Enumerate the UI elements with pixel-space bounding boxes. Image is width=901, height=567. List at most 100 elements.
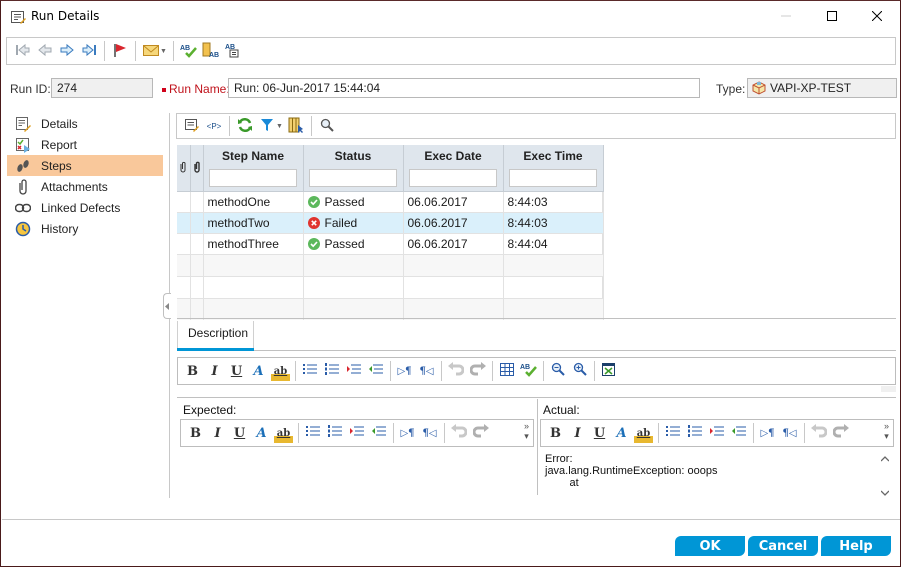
column-header-status[interactable]: Status	[303, 145, 404, 192]
spell-check-button[interactable]: AB	[519, 361, 538, 381]
insert-table-button[interactable]	[497, 361, 516, 381]
column-header-step-name[interactable]: Step Name	[203, 145, 304, 192]
bold-button[interactable]: B	[183, 361, 202, 381]
bullet-list-button[interactable]	[303, 423, 322, 443]
left-to-right-button[interactable]: ▷¶	[395, 361, 414, 381]
italic-button[interactable]: I	[208, 423, 227, 443]
bold-button[interactable]: B	[546, 423, 565, 443]
previous-record-button[interactable]	[34, 40, 56, 62]
font-color-button[interactable]: A	[252, 423, 271, 443]
collapse-sidebar-handle[interactable]	[163, 293, 171, 319]
sidebar-item-report[interactable]: Report	[7, 134, 163, 155]
cancel-button[interactable]: Cancel	[748, 536, 818, 556]
italic-button[interactable]: I	[568, 423, 587, 443]
highlight-button[interactable]: ab	[634, 423, 653, 443]
spell-check-button[interactable]: AB	[178, 40, 200, 62]
underline-button[interactable]: U	[227, 361, 246, 381]
ok-button[interactable]: OK	[675, 536, 745, 556]
column-header-exec-time[interactable]: Exec Time	[503, 145, 604, 192]
first-record-button[interactable]	[12, 40, 34, 62]
maximize-button[interactable]	[809, 1, 855, 32]
sidebar-item-details[interactable]: Details	[7, 113, 163, 134]
sidebar-item-steps[interactable]: Steps	[7, 155, 163, 176]
actual-result-text[interactable]: Error: java.lang.RuntimeException: ooops…	[545, 453, 717, 489]
minimize-button[interactable]	[763, 1, 809, 32]
redo-button[interactable]	[468, 361, 487, 381]
attachment-column-header[interactable]	[177, 145, 191, 192]
step-attachment-column-header[interactable]	[190, 145, 204, 192]
decrease-indent-button[interactable]	[729, 423, 748, 443]
redo-button[interactable]	[471, 423, 490, 443]
increase-indent-button[interactable]	[707, 423, 726, 443]
font-color-button[interactable]: A	[612, 423, 631, 443]
table-row[interactable]: methodTwo Failed 06.06.2017 8:44:03	[177, 212, 604, 234]
close-button[interactable]	[854, 1, 900, 32]
filter-button[interactable]	[256, 115, 278, 137]
thesaurus-button[interactable]: AB	[200, 40, 222, 62]
numbered-list-button[interactable]	[685, 423, 704, 443]
underline-button[interactable]: U	[590, 423, 609, 443]
find-button[interactable]	[316, 115, 338, 137]
edit-step-button[interactable]	[181, 115, 203, 137]
toolbar-overflow-button[interactable]: » ▾	[524, 421, 529, 441]
decrease-indent-button[interactable]	[366, 361, 385, 381]
column-header-exec-date[interactable]: Exec Date	[403, 145, 504, 192]
zoom-out-button[interactable]	[548, 361, 567, 381]
toolbar-overflow-button[interactable]: » ▾	[884, 421, 889, 441]
right-to-left-button[interactable]: ¶◁	[780, 423, 799, 443]
actual-scrollbar[interactable]	[877, 449, 893, 497]
next-record-button[interactable]	[56, 40, 78, 62]
highlight-button[interactable]: ab	[271, 361, 290, 381]
italic-button[interactable]: I	[205, 361, 224, 381]
status-filter-input[interactable]	[309, 169, 397, 187]
sidebar-item-label: Steps	[41, 158, 72, 173]
last-record-button[interactable]	[78, 40, 100, 62]
step-name-cell: methodThree	[203, 233, 304, 255]
increase-indent-button[interactable]	[344, 361, 363, 381]
sidebar-item-history[interactable]: History	[7, 218, 163, 239]
scroll-up-icon[interactable]	[880, 451, 890, 465]
table-row[interactable]: methodThree Passed 06.06.2017 8:44:04	[177, 233, 604, 255]
select-columns-button[interactable]	[285, 115, 307, 137]
bold-button[interactable]: B	[186, 423, 205, 443]
left-to-right-button[interactable]: ▷¶	[758, 423, 777, 443]
tab-description[interactable]: Description	[177, 321, 254, 351]
highlight-button[interactable]: ab	[274, 423, 293, 443]
underline-button[interactable]: U	[230, 423, 249, 443]
font-color-button[interactable]: A	[249, 361, 268, 381]
right-to-left-button[interactable]: ¶◁	[420, 423, 439, 443]
description-divider[interactable]	[177, 397, 896, 398]
undo-button[interactable]	[809, 423, 828, 443]
numbered-list-button[interactable]	[322, 361, 341, 381]
fullscreen-button[interactable]	[599, 361, 618, 381]
help-button[interactable]: Help	[821, 536, 891, 556]
expected-actual-splitter[interactable]	[537, 399, 538, 495]
right-to-left-button[interactable]: ¶◁	[417, 361, 436, 381]
left-to-right-button[interactable]: ▷¶	[398, 423, 417, 443]
numbered-list-button[interactable]	[325, 423, 344, 443]
flag-button[interactable]	[109, 40, 131, 62]
table-row[interactable]: methodOne Passed 06.06.2017 8:44:03	[177, 191, 604, 213]
email-dropdown-icon[interactable]: ▼	[160, 48, 167, 55]
bullet-list-button[interactable]	[300, 361, 319, 381]
increase-indent-button[interactable]	[347, 423, 366, 443]
spelling-options-button[interactable]: AB	[222, 40, 244, 62]
refresh-button[interactable]	[234, 115, 256, 137]
step-name-filter-input[interactable]	[209, 169, 297, 187]
undo-button[interactable]	[449, 423, 468, 443]
run-name-input[interactable]: Run: 06-Jun-2017 15:44:04	[228, 78, 700, 98]
sidebar-item-linked-defects[interactable]: Linked Defects	[7, 197, 163, 218]
sidebar-item-attachments[interactable]: Attachments	[7, 176, 163, 197]
filter-dropdown-icon[interactable]: ▼	[276, 123, 283, 130]
exec-date-filter-input[interactable]	[409, 169, 497, 187]
undo-button[interactable]	[446, 361, 465, 381]
exec-time-filter-input[interactable]	[509, 169, 597, 187]
grid-divider[interactable]	[177, 318, 896, 319]
send-email-button[interactable]	[140, 40, 162, 62]
html-view-button[interactable]: <P>	[203, 115, 225, 137]
bullet-list-button[interactable]	[663, 423, 682, 443]
scroll-down-icon[interactable]	[880, 485, 890, 499]
redo-button[interactable]	[831, 423, 850, 443]
zoom-in-button[interactable]	[570, 361, 589, 381]
decrease-indent-button[interactable]	[369, 423, 388, 443]
